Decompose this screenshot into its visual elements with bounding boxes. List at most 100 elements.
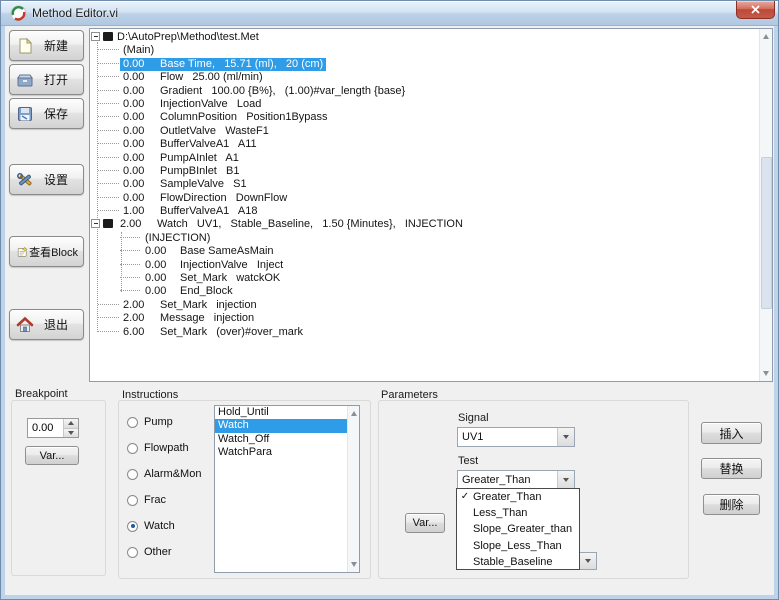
tree-row-time: 0.00 xyxy=(123,85,160,98)
scrollbar-thumb[interactable] xyxy=(761,157,772,309)
tree-row[interactable]: D:\AutoPrep\Method\test.Met xyxy=(90,31,758,44)
combo-arrow-button[interactable] xyxy=(557,428,574,446)
delete-button[interactable]: 删除 xyxy=(703,494,760,515)
tree-connector-icon xyxy=(98,197,119,198)
exit-button[interactable]: 退出 xyxy=(9,309,84,340)
tree-row-text: Base Time, 15.71 (ml), 20 (cm) xyxy=(160,58,323,70)
spinner-up-button[interactable] xyxy=(64,419,78,428)
radio-icon xyxy=(127,547,138,558)
tree-row[interactable]: 0.00FlowDirection DownFlow xyxy=(90,192,758,205)
dropdown-option[interactable]: Stable_Baseline xyxy=(457,554,579,570)
close-button[interactable] xyxy=(736,1,775,19)
open-button[interactable]: 打开 xyxy=(9,64,84,95)
tree-row[interactable]: 2.00Watch UV1, Stable_Baseline, 1.50 {Mi… xyxy=(90,218,758,231)
combo-arrow-button[interactable] xyxy=(557,471,574,489)
scrollbar-up-icon[interactable] xyxy=(763,34,769,39)
tree-row[interactable]: 1.00BufferValveA1 A18 xyxy=(90,205,758,218)
scrollbar-down-icon[interactable] xyxy=(763,371,769,376)
tree-row[interactable]: 0.00SampleValve S1 xyxy=(90,178,758,191)
breakpoint-var-button[interactable]: Var... xyxy=(25,446,79,465)
chevron-down-icon xyxy=(585,559,591,563)
tree-expander-icon[interactable] xyxy=(91,32,100,41)
radio-frac[interactable]: Frac xyxy=(127,492,201,508)
tree-row-text: BufferValveA1 A11 xyxy=(160,138,257,150)
radio-pump[interactable]: Pump xyxy=(127,414,201,430)
breakpoint-spinner[interactable] xyxy=(27,418,79,438)
dropdown-option[interactable]: ✓Greater_Than xyxy=(457,489,579,505)
radio-watch[interactable]: Watch xyxy=(127,518,201,534)
method-tree-panel[interactable]: D:\AutoPrep\Method\test.Met(Main)0.00Bas… xyxy=(89,28,773,382)
tree-row-time: 0.00 xyxy=(123,152,160,165)
check-icon xyxy=(457,538,473,554)
tree-row[interactable]: 0.00PumpAInlet A1 xyxy=(90,152,758,165)
tree-row-band: (INJECTION) xyxy=(145,232,210,245)
titlebar: Method Editor.vi xyxy=(1,1,779,26)
parameters-var-button[interactable]: Var... xyxy=(405,513,445,533)
replace-button[interactable]: 替换 xyxy=(701,458,762,479)
tree-row-time: 0.00 xyxy=(123,125,160,138)
tree-scrollbar[interactable] xyxy=(759,29,772,381)
radio-label: Flowpath xyxy=(144,442,189,454)
list-item[interactable]: Hold_Until xyxy=(215,406,347,419)
radio-other[interactable]: Other xyxy=(127,544,201,560)
radio-flowpath[interactable]: Flowpath xyxy=(127,440,201,456)
tree-row-text: SampleValve S1 xyxy=(160,178,247,190)
test-dropdown-list[interactable]: ✓Greater_ThanLess_ThanSlope_Greater_than… xyxy=(456,488,580,570)
tree-row[interactable]: 0.00PumpBInlet B1 xyxy=(90,165,758,178)
signal-combobox[interactable]: UV1 xyxy=(457,427,575,447)
dropdown-option[interactable]: Slope_Less_Than xyxy=(457,538,579,554)
settings-button-label: 设置 xyxy=(34,171,78,188)
tree-row-band: 1.00BufferValveA1 A18 xyxy=(123,205,257,218)
breakpoint-value-input[interactable] xyxy=(28,419,63,437)
tree-row[interactable]: (INJECTION) xyxy=(90,232,758,245)
tree-row-text: FlowDirection DownFlow xyxy=(160,192,287,204)
tree-row[interactable]: 0.00Flow 25.00 (ml/min) xyxy=(90,71,758,84)
tree-row-band: 2.00Set_Mark injection xyxy=(123,299,257,312)
tree-row[interactable]: 0.00Gradient 100.00 {B%}, (1.00)#var_len… xyxy=(90,85,758,98)
list-item[interactable]: Watch xyxy=(215,419,347,432)
tree-row[interactable]: 0.00Base Time, 15.71 (ml), 20 (cm) xyxy=(90,58,758,71)
tree-row[interactable]: 0.00Set_Mark watckOK xyxy=(90,272,758,285)
new-button[interactable]: 新建 xyxy=(9,30,84,61)
tree-row-text: D:\AutoPrep\Method\test.Met xyxy=(117,31,259,43)
tree-row[interactable]: 2.00Message injection xyxy=(90,312,758,325)
tree-row[interactable]: (Main) xyxy=(90,44,758,57)
tree-row-time: 0.00 xyxy=(145,259,180,272)
tree-row-band: 2.00Message injection xyxy=(123,312,254,325)
view-block-button[interactable]: 查看Block xyxy=(9,236,84,267)
chevron-down-icon xyxy=(563,435,569,439)
dropdown-option[interactable]: Slope_Greater_than xyxy=(457,521,579,537)
save-button[interactable]: 保存 xyxy=(9,98,84,129)
tree-row[interactable]: 6.00Set_Mark (over)#over_mark xyxy=(90,326,758,339)
listbox-scrollbar[interactable] xyxy=(347,406,359,572)
settings-button[interactable]: 设置 xyxy=(9,164,84,195)
new-button-label: 新建 xyxy=(34,37,78,54)
check-icon xyxy=(457,505,473,521)
radio-label: Alarm&Mon xyxy=(144,468,201,480)
tree-row-text: Set_Mark watckOK xyxy=(180,272,280,284)
spinner-down-button[interactable] xyxy=(64,428,78,438)
tree-row[interactable]: 0.00InjectionValve Load xyxy=(90,98,758,111)
tree-row-time: 2.00 xyxy=(120,218,157,231)
tree-row[interactable]: 0.00InjectionValve Inject xyxy=(90,259,758,272)
radio-alarm-mon[interactable]: Alarm&Mon xyxy=(127,466,201,482)
tree-expander-icon[interactable] xyxy=(91,219,100,228)
tree-row[interactable]: 0.00BufferValveA1 A11 xyxy=(90,138,758,151)
instruction-listbox[interactable]: Hold_UntilWatchWatch_OffWatchPara xyxy=(214,405,360,573)
check-icon xyxy=(457,521,473,537)
combo-arrow-button[interactable] xyxy=(579,553,596,569)
scrollbar-down-icon[interactable] xyxy=(351,562,357,567)
close-icon xyxy=(751,5,760,14)
insert-button[interactable]: 插入 xyxy=(701,422,762,444)
tree-row[interactable]: 0.00End_Block xyxy=(90,285,758,298)
test-combobox[interactable]: Greater_Than xyxy=(457,470,575,490)
tree-row[interactable]: 0.00ColumnPosition Position1Bypass xyxy=(90,111,758,124)
tree-row[interactable]: 0.00OutletValve WasteF1 xyxy=(90,125,758,138)
dropdown-option[interactable]: Less_Than xyxy=(457,505,579,521)
list-item[interactable]: Watch_Off xyxy=(215,433,347,446)
scrollbar-up-icon[interactable] xyxy=(351,411,357,416)
list-item[interactable]: WatchPara xyxy=(215,446,347,459)
tree-row[interactable]: 2.00Set_Mark injection xyxy=(90,299,758,312)
tree-row[interactable]: 0.00Base SameAsMain xyxy=(90,245,758,258)
tree-row-text: Set_Mark (over)#over_mark xyxy=(160,326,303,338)
